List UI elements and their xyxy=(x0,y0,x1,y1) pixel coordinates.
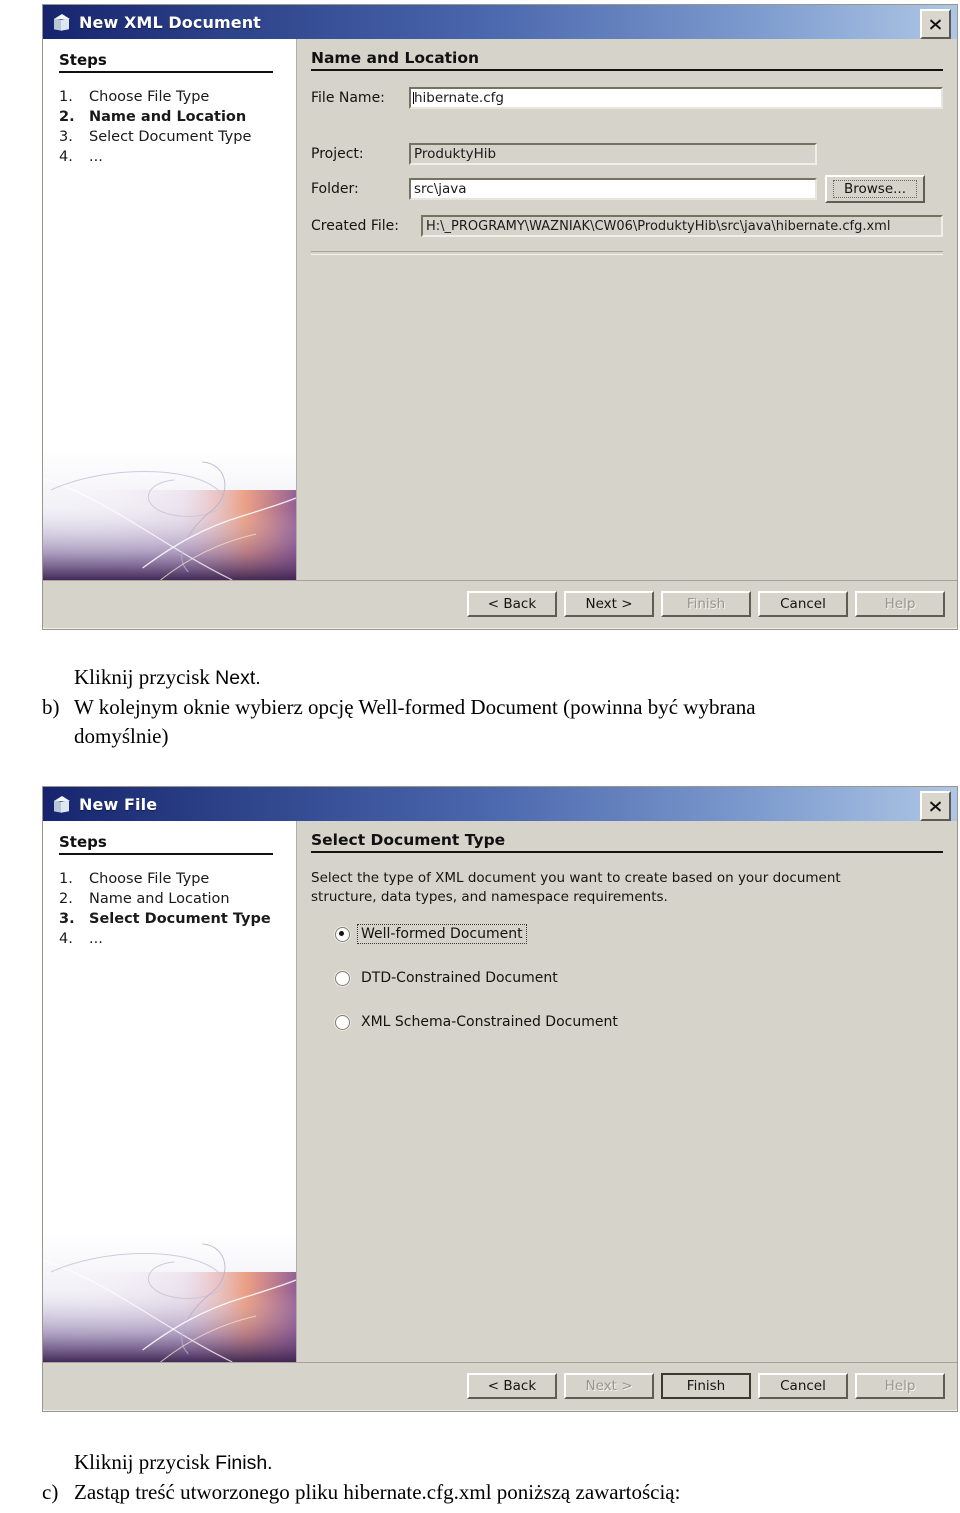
button-name-next: Next. xyxy=(215,667,261,689)
created-file-value: H:\_PROGRAMY\WAZNIAK\CW06\ProduktyHib\sr… xyxy=(421,215,943,237)
step-item: 4. ... xyxy=(59,929,296,949)
content-panel: Name and Location File Name: hibernate.c… xyxy=(297,39,957,580)
steps-title: Steps xyxy=(59,833,273,855)
radio-button-icon[interactable] xyxy=(335,926,350,942)
instruction-line-3: domyślnie) xyxy=(74,724,169,748)
dialog-footer: < Back Next > Finish Cancel Help xyxy=(43,580,957,627)
instruction-text: Kliknij przycisk xyxy=(74,1450,216,1474)
project-row: Project: ProduktyHib xyxy=(311,143,943,165)
dialog-titlebar[interactable]: New File xyxy=(43,787,957,821)
next-button[interactable]: Next > xyxy=(564,591,654,617)
back-button[interactable]: < Back xyxy=(467,591,557,617)
finish-button[interactable]: Finish xyxy=(661,1373,751,1399)
radio-label: XML Schema-Constrained Document xyxy=(361,1014,618,1030)
step-label: Name and Location xyxy=(89,891,230,907)
step-number: 3. xyxy=(59,911,75,927)
step-label: Name and Location xyxy=(89,109,247,125)
radio-button-icon[interactable] xyxy=(335,1014,350,1030)
folder-label: Folder: xyxy=(311,181,359,197)
panel-heading: Name and Location xyxy=(311,49,943,71)
steps-title: Steps xyxy=(59,51,273,73)
step-number: 2. xyxy=(59,891,73,907)
step-number: 1. xyxy=(59,89,73,105)
radio-xml-schema-constrained-document[interactable]: XML Schema-Constrained Document xyxy=(335,1013,943,1031)
radio-button-icon[interactable] xyxy=(335,970,350,986)
step-number: 4. xyxy=(59,149,73,165)
browse-button-label: Browse... xyxy=(832,180,918,198)
button-name-finish: Finish. xyxy=(215,1452,273,1474)
list-marker-b: b) xyxy=(42,695,60,719)
cube-icon xyxy=(53,13,70,31)
close-icon[interactable] xyxy=(920,9,951,39)
content-separator xyxy=(311,251,943,255)
created-file-label: Created File: xyxy=(311,218,399,234)
steps-panel: Steps 1. Choose File Type 2. Name and Lo… xyxy=(43,821,297,1362)
new-file-dialog: New File Steps 1. Choose File Type 2. Na… xyxy=(42,786,958,1412)
close-icon[interactable] xyxy=(920,791,951,821)
dialog-body: Steps 1. Choose File Type 2. Name and Lo… xyxy=(43,39,957,580)
instruction-line-2: Zastąp treść utworzonego pliku hibernate… xyxy=(74,1480,681,1504)
step-label: Select Document Type xyxy=(89,911,271,927)
new-xml-document-dialog: New XML Document Steps 1. Choose File Ty… xyxy=(42,4,958,630)
step-item-current: 2. Name and Location xyxy=(59,107,296,127)
dialog-title: New XML Document xyxy=(79,12,261,32)
dialog-body: Steps 1. Choose File Type 2. Name and Lo… xyxy=(43,821,957,1362)
step-item: 1. Choose File Type xyxy=(59,87,296,107)
help-button: Help xyxy=(855,591,945,617)
help-button: Help xyxy=(855,1373,945,1399)
finish-button: Finish xyxy=(661,591,751,617)
step-label: ... xyxy=(89,149,103,165)
folder-row: Folder: src\java Browse... xyxy=(311,175,943,203)
radio-label: Well-formed Document xyxy=(357,924,527,944)
description-line-1: Select the type of XML document you want… xyxy=(311,870,841,886)
step-item: 2. Name and Location xyxy=(59,889,296,909)
step-number: 4. xyxy=(59,931,73,947)
radio-dtd-constrained-document[interactable]: DTD-Constrained Document xyxy=(335,969,943,987)
step-number: 1. xyxy=(59,871,73,887)
instruction-block-c: Kliknij przycisk Finish. c) Zastąp treść… xyxy=(42,1448,942,1507)
step-item: 1. Choose File Type xyxy=(59,869,296,889)
step-label: Choose File Type xyxy=(89,871,210,887)
instruction-line-2: W kolejnym oknie wybierz opcję Well-form… xyxy=(74,695,756,719)
browse-button[interactable]: Browse... xyxy=(825,175,925,203)
list-marker-c: c) xyxy=(42,1480,59,1504)
next-button: Next > xyxy=(564,1373,654,1399)
project-value: ProduktyHib xyxy=(409,143,817,165)
step-label: ... xyxy=(89,931,103,947)
description-line-2: structure, data types, and namespace req… xyxy=(311,889,668,905)
step-label: Choose File Type xyxy=(89,89,210,105)
panel-heading: Select Document Type xyxy=(311,831,943,853)
instruction-line-next: Kliknij przycisk Next. xyxy=(74,663,942,693)
folder-input[interactable]: src\java xyxy=(409,178,817,200)
cube-icon xyxy=(53,795,70,813)
instruction-text: Kliknij przycisk xyxy=(74,665,216,689)
file-name-input[interactable]: hibernate.cfg xyxy=(409,87,943,109)
file-name-label: File Name: xyxy=(311,90,385,106)
dialog-titlebar[interactable]: New XML Document xyxy=(43,5,957,39)
instruction-line-finish: Kliknij przycisk Finish. xyxy=(74,1448,942,1478)
back-button[interactable]: < Back xyxy=(467,1373,557,1399)
step-item-current: 3. Select Document Type xyxy=(59,909,296,929)
step-label: Select Document Type xyxy=(89,129,252,145)
radio-label: DTD-Constrained Document xyxy=(361,970,558,986)
dialog-footer: < Back Next > Finish Cancel Help xyxy=(43,1362,957,1409)
cancel-button[interactable]: Cancel xyxy=(758,1373,848,1399)
step-item: 4. ... xyxy=(59,147,296,167)
file-name-row: File Name: hibernate.cfg xyxy=(311,87,943,109)
created-file-row: Created File: H:\_PROGRAMY\WAZNIAK\CW06\… xyxy=(311,215,943,237)
decorative-swoosh-artwork xyxy=(43,1232,296,1362)
cancel-button[interactable]: Cancel xyxy=(758,591,848,617)
content-panel: Select Document Type Select the type of … xyxy=(297,821,957,1362)
radio-well-formed-document[interactable]: Well-formed Document xyxy=(335,924,943,944)
step-number: 3. xyxy=(59,129,73,145)
instruction-block-b: Kliknij przycisk Next. b) W kolejnym okn… xyxy=(42,663,942,751)
document-type-description: Select the type of XML document you want… xyxy=(311,869,943,907)
dialog-title: New File xyxy=(79,794,158,814)
steps-panel: Steps 1. Choose File Type 2. Name and Lo… xyxy=(43,39,297,580)
step-number: 2. xyxy=(59,109,75,125)
decorative-swoosh-artwork xyxy=(43,450,296,580)
step-item: 3. Select Document Type xyxy=(59,127,296,147)
project-label: Project: xyxy=(311,146,364,162)
